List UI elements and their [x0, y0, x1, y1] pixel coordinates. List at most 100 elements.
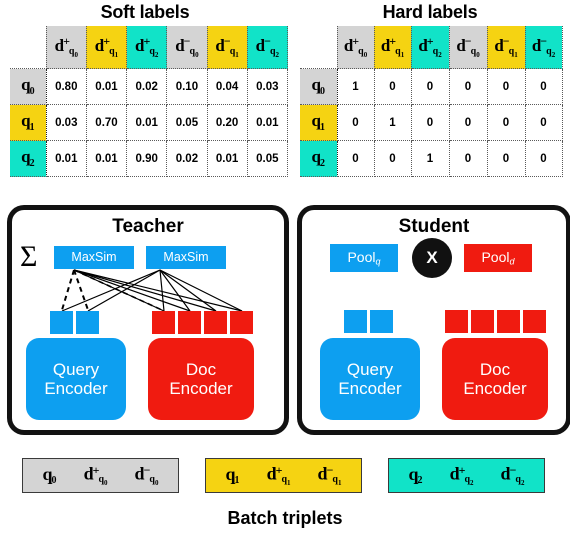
hard-cell-0-1: 0 — [374, 68, 412, 105]
batch-triplet-2[interactable]: q2 d+q2 d−q2 — [388, 458, 545, 493]
triplet-1-positive-doc: d+q1 — [266, 462, 291, 488]
soft-col-header-dneg-q2: d−q2 — [247, 26, 289, 69]
soft-cell-2-1: 0.01 — [86, 140, 128, 177]
hard-col-header-dpos-q0: d+q0 — [337, 26, 375, 69]
soft-cell-1-4: 0.20 — [207, 104, 248, 141]
hard-cell-0-3: 0 — [449, 68, 488, 105]
table-row: q2 0.01 0.01 0.90 0.02 0.01 0.05 — [10, 140, 289, 177]
soft-cell-2-3: 0.02 — [166, 140, 208, 177]
pool-q-subscript: q — [375, 256, 381, 267]
hard-labels-header-row: d+q0 d+q1 d+q2 d−q0 d−q1 d−q2 — [300, 26, 563, 69]
soft-cell-0-1: 0.01 — [86, 68, 128, 105]
soft-labels-title: Soft labels — [100, 2, 190, 22]
student-query-encoder-line2: Encoder — [338, 379, 402, 398]
soft-cell-0-2: 0.02 — [126, 68, 168, 105]
soft-cell-1-1: 0.70 — [86, 104, 128, 141]
soft-col-header-dpos-q1: d+q1 — [86, 26, 128, 69]
student-panel: Student Poolq X Poold Query Encoder Doc … — [298, 206, 570, 434]
triplet-2-positive-doc: d+q2 — [449, 462, 474, 488]
hard-cell-1-4: 0 — [487, 104, 526, 141]
soft-cell-0-5: 0.03 — [247, 68, 289, 105]
soft-table-corner — [10, 26, 47, 69]
table-row: q1 0.03 0.70 0.01 0.05 0.20 0.01 — [10, 104, 289, 141]
triplet-0-positive-doc: d+q0 — [83, 462, 108, 488]
table-row: q0 1 0 0 0 0 0 — [300, 68, 563, 105]
soft-col-header-dpos-q2: d+q2 — [126, 26, 168, 69]
student-doc-encoder-line2: Encoder — [463, 379, 527, 398]
teacher-panel: Teacher Σ MaxSim MaxSim Query Encoder Do… — [8, 206, 288, 434]
soft-cell-2-4: 0.01 — [207, 140, 248, 177]
hard-cell-2-5: 0 — [525, 140, 563, 177]
student-doc-token-1 — [471, 310, 494, 333]
hard-cell-0-4: 0 — [487, 68, 526, 105]
hard-row-header-q2: q2 — [300, 140, 338, 177]
hard-col-header-dneg-q2: d−q2 — [525, 26, 563, 69]
soft-col-header-dneg-q1: d−q1 — [207, 26, 248, 69]
teacher-query-encoder-line2: Encoder — [44, 379, 108, 398]
hard-cell-0-0: 1 — [337, 68, 375, 105]
soft-labels-table: d+q0 d+q1 d+q2 d−q0 d−q1 d−q2 q0 0.80 0.… — [10, 26, 289, 177]
teacher-query-token-0 — [50, 311, 73, 334]
hard-cell-1-1: 1 — [374, 104, 412, 141]
table-row: q0 0.80 0.01 0.02 0.10 0.04 0.03 — [10, 68, 289, 105]
teacher-query-encoder[interactable]: Query Encoder — [26, 338, 126, 420]
student-query-encoder[interactable]: Query Encoder — [320, 338, 420, 420]
soft-cell-2-2: 0.90 — [126, 140, 168, 177]
hard-col-header-dpos-q2: d+q2 — [411, 26, 450, 69]
triplet-0-query: q0 — [42, 463, 57, 487]
soft-cell-2-5: 0.05 — [247, 140, 289, 177]
triplet-1-negative-doc: d−q1 — [317, 462, 342, 488]
batch-triplet-0[interactable]: q0 d+q0 d−q0 — [22, 458, 179, 493]
batch-triplet-1[interactable]: q1 d+q1 d−q1 — [205, 458, 362, 493]
student-query-token-0 — [344, 310, 367, 333]
pool-d-label: Pool — [481, 248, 510, 265]
soft-row-header-q0: q0 — [10, 68, 47, 105]
soft-row-header-q1: q1 — [10, 104, 47, 141]
student-query-encoder-line1: Query — [346, 359, 394, 379]
student-query-token-1 — [370, 310, 393, 333]
soft-cell-1-5: 0.01 — [247, 104, 289, 141]
teacher-doc-token-2 — [204, 311, 227, 334]
soft-cell-1-3: 0.05 — [166, 104, 208, 141]
soft-cell-0-4: 0.04 — [207, 68, 248, 105]
soft-col-header-dpos-q0: d+q0 — [46, 26, 87, 69]
soft-cell-0-0: 0.80 — [46, 68, 87, 105]
pool-d-box[interactable]: Poold — [464, 244, 532, 272]
soft-labels-header-row: d+q0 d+q1 d+q2 d−q0 d−q1 d−q2 — [10, 26, 289, 69]
student-doc-encoder-line1: Doc — [479, 359, 511, 379]
pool-q-label: Pool — [347, 248, 376, 265]
hard-col-header-dneg-q0: d−q0 — [449, 26, 488, 69]
teacher-doc-encoder-line2: Encoder — [169, 379, 233, 398]
student-doc-encoder[interactable]: Doc Encoder — [442, 338, 548, 420]
hard-cell-2-2: 1 — [411, 140, 450, 177]
hard-cell-1-2: 0 — [411, 104, 450, 141]
batch-triplets-caption: Batch triplets — [227, 508, 343, 528]
hard-row-header-q0: q0 — [300, 68, 338, 105]
student-title: Student — [398, 216, 470, 237]
triplet-0-negative-doc: d−q0 — [134, 462, 159, 488]
student-doc-token-0 — [445, 310, 468, 333]
soft-cell-1-0: 0.03 — [46, 104, 87, 141]
soft-cell-1-2: 0.01 — [126, 104, 168, 141]
soft-cell-0-3: 0.10 — [166, 68, 208, 105]
soft-cell-2-0: 0.01 — [46, 140, 87, 177]
hard-table-corner — [300, 26, 338, 69]
soft-labels-table-wrap: d+q0 d+q1 d+q2 d−q0 d−q1 d−q2 q0 0.80 0.… — [10, 26, 289, 177]
hard-cell-1-3: 0 — [449, 104, 488, 141]
teacher-doc-token-0 — [152, 311, 175, 334]
hard-cell-1-5: 0 — [525, 104, 563, 141]
student-doc-token-3 — [523, 310, 546, 333]
student-doc-token-2 — [497, 310, 520, 333]
teacher-doc-encoder-line1: Doc — [185, 359, 217, 379]
teacher-query-encoder-line1: Query — [52, 359, 100, 379]
multiply-operator-label: X — [426, 248, 438, 267]
table-row: q1 0 1 0 0 0 0 — [300, 104, 563, 141]
triplet-2-query: q2 — [408, 463, 423, 487]
teacher-doc-token-3 — [230, 311, 253, 334]
pool-d-subscript: d — [509, 256, 515, 267]
pool-q-box[interactable]: Poolq — [330, 244, 398, 272]
teacher-doc-encoder[interactable]: Doc Encoder — [148, 338, 254, 420]
soft-row-header-q2: q2 — [10, 140, 47, 177]
hard-cell-0-2: 0 — [411, 68, 450, 105]
hard-cell-2-4: 0 — [487, 140, 526, 177]
